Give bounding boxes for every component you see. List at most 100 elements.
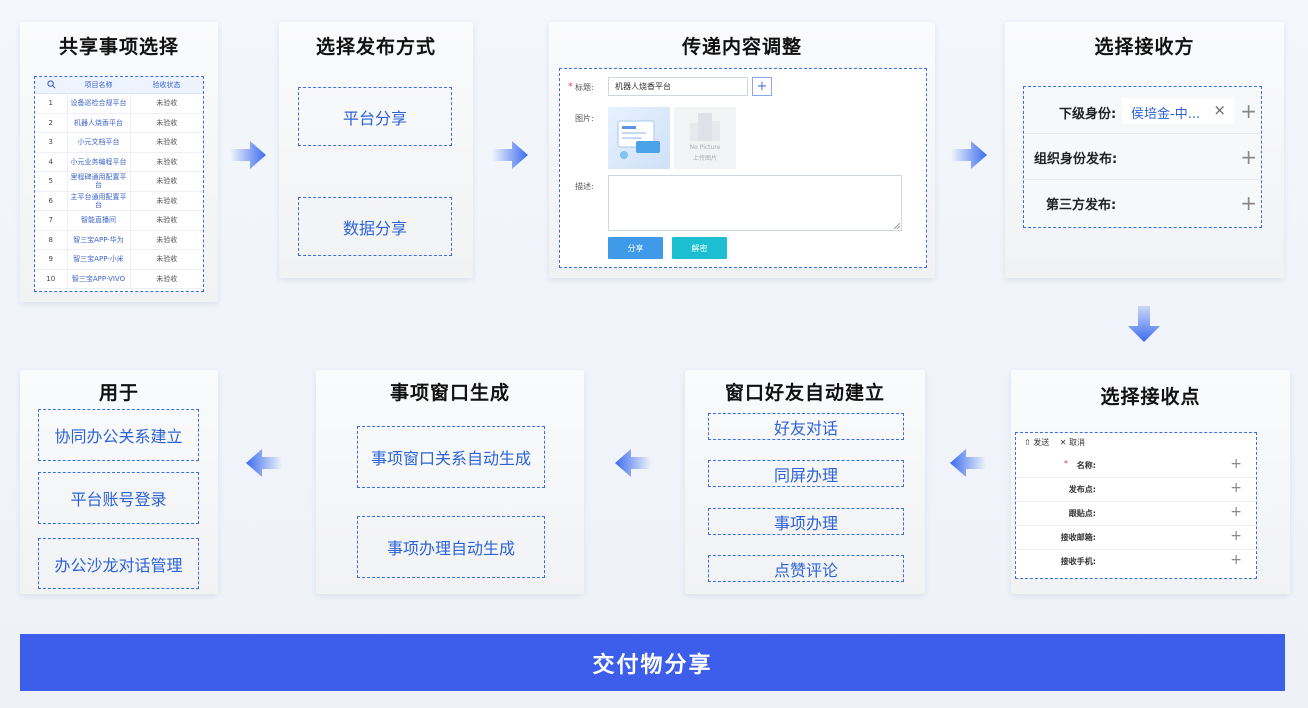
friend-chat-option[interactable]: 好友对话 xyxy=(708,413,904,440)
step-card-item-window: 事项窗口生成 事项窗口关系自动生成 事项办理自动生成 xyxy=(316,370,584,594)
row-number: 3 xyxy=(35,132,67,153)
column-header: 项目名称 xyxy=(67,77,130,94)
step-title: 选择接收点 xyxy=(1100,386,1201,408)
project-name[interactable]: 智三宝APP-小米 xyxy=(66,249,131,270)
project-name[interactable]: 设备巡检合规平台 xyxy=(66,93,131,114)
resize-handle-icon[interactable] xyxy=(894,223,900,229)
project-name[interactable]: 机器人烧香平台 xyxy=(66,113,131,133)
upload-placeholder[interactable]: No Picture 上传图片 xyxy=(674,107,736,169)
receive-point-panel: ⇧ 发送 ✕ 取消 * 名称: + 发布点: + 跟贴点: + 接收邮箱: + … xyxy=(1015,432,1257,579)
step-card-window-friend: 窗口好友自动建立 好友对话 同屏办理 事项办理 点赞评论 xyxy=(685,370,925,594)
receive-point-row: 接收手机: + xyxy=(1060,552,1242,568)
row-number: 6 xyxy=(35,191,67,211)
no-picture-text: No Picture xyxy=(689,144,721,151)
status-text: 未验收 xyxy=(130,113,203,133)
step-card-select-receive-point: 选择接收点 ⇧ 发送 ✕ 取消 * 名称: + 发布点: + 跟贴点: + 接收… xyxy=(1011,370,1290,594)
project-name[interactable]: 主平台通用配置平台 xyxy=(66,191,131,211)
table-row[interactable]: 1 设备巡检合规平台 未验收 xyxy=(35,93,203,114)
close-icon: ✕ xyxy=(1059,438,1067,447)
platform-login-option[interactable]: 平台账号登录 xyxy=(38,472,199,524)
arrow-down-icon xyxy=(1128,306,1160,342)
arrow-right-icon xyxy=(951,141,987,169)
step-title: 事项窗口生成 xyxy=(389,382,510,404)
add-icon[interactable]: + xyxy=(1230,456,1242,472)
column-header: 验收状态 xyxy=(130,77,203,94)
row-number: 2 xyxy=(35,113,67,133)
step-card-select-receiver: 选择接收方 下级身份: 侯培金-中... × + 组织身份发布: + 第三方发布… xyxy=(1005,22,1284,278)
image-thumbnail[interactable] xyxy=(608,107,670,169)
salon-chat-option[interactable]: 办公沙龙对话管理 xyxy=(38,538,199,589)
table-row[interactable]: 2 机器人烧香平台 未验收 xyxy=(35,113,203,133)
project-name[interactable]: 里程碑通用配置平台 xyxy=(66,171,131,192)
platform-share-option[interactable]: 平台分享 xyxy=(298,87,452,146)
upload-text: 上传图片 xyxy=(692,155,717,162)
table-row[interactable]: 3 小元文档平台 未验收 xyxy=(35,132,203,153)
arrow-right-icon xyxy=(230,141,266,169)
description-textarea[interactable] xyxy=(608,175,902,231)
content-form: * 标题: 机器人烧香平台 + 图片: No Picture 上传图片 描述: … xyxy=(559,68,927,268)
row-number: 7 xyxy=(35,210,67,231)
window-relation-option[interactable]: 事项窗口关系自动生成 xyxy=(357,426,545,488)
step-card-usage: 用于 协同办公关系建立 平台账号登录 办公沙龙对话管理 xyxy=(20,370,218,594)
table-row[interactable]: 6 主平台通用配置平台 未验收 xyxy=(35,191,203,211)
share-icon: ⇧ xyxy=(1024,438,1031,447)
receive-point-row: 发布点: + xyxy=(1016,477,1256,502)
receive-point-row: * 名称: + xyxy=(1016,453,1256,478)
row-number: 10 xyxy=(35,269,67,289)
table-row[interactable]: 10 智三宝APP-VIVO 未验收 xyxy=(35,269,203,289)
step-title: 共享事项选择 xyxy=(58,36,179,58)
decrypt-button[interactable]: 解密 xyxy=(672,237,727,259)
table-row[interactable]: 7 智能直播间 未验收 xyxy=(35,210,203,231)
add-icon[interactable]: + xyxy=(1230,552,1242,568)
status-text: 未验收 xyxy=(130,132,203,153)
item-process-option[interactable]: 事项办理自动生成 xyxy=(357,516,545,578)
row-number: 5 xyxy=(35,171,67,192)
arrow-left-icon xyxy=(615,449,651,477)
like-comment-option[interactable]: 点赞评论 xyxy=(708,555,904,582)
step-title: 选择发布方式 xyxy=(315,36,436,58)
step-card-publish-method: 选择发布方式 平台分享 数据分享 xyxy=(279,22,473,278)
receiver-tag[interactable]: 侯培金-中... × xyxy=(1122,98,1234,124)
table-row[interactable]: 4 小元业务编程平台 未验收 xyxy=(35,152,203,172)
row-number: 4 xyxy=(35,152,67,172)
title-input[interactable]: 机器人烧香平台 xyxy=(608,77,748,96)
table-row[interactable]: 8 智三宝APP-华为 未验收 xyxy=(35,230,203,250)
arrow-right-icon xyxy=(492,141,528,169)
add-icon[interactable]: + xyxy=(1240,193,1257,213)
table-row[interactable]: 5 里程碑通用配置平台 未验收 xyxy=(35,171,203,192)
project-name[interactable]: 智三宝APP-VIVO xyxy=(66,269,131,289)
screen-share-option[interactable]: 同屏办理 xyxy=(708,460,904,487)
image-label: 图片: xyxy=(575,114,594,123)
add-icon[interactable]: + xyxy=(1230,480,1242,496)
search-icon[interactable] xyxy=(35,77,67,94)
add-icon[interactable]: + xyxy=(1240,147,1257,167)
add-button[interactable]: + xyxy=(752,77,772,96)
required-mark: * xyxy=(1064,459,1068,468)
step-title: 用于 xyxy=(98,382,139,404)
close-icon[interactable]: × xyxy=(1213,101,1226,119)
arrow-left-icon xyxy=(950,449,986,477)
row-number: 9 xyxy=(35,249,67,270)
project-name[interactable]: 智三宝APP-华为 xyxy=(66,230,131,250)
item-handle-option[interactable]: 事项办理 xyxy=(708,508,904,535)
project-name[interactable]: 小元业务编程平台 xyxy=(66,152,131,172)
step-title: 选择接收方 xyxy=(1094,36,1195,58)
toolbar: ⇧ 发送 ✕ 取消 xyxy=(1024,437,1085,448)
data-share-option[interactable]: 数据分享 xyxy=(298,197,452,256)
step-card-content-adjust: 传递内容调整 * 标题: 机器人烧香平台 + 图片: No Picture 上传 xyxy=(549,22,935,278)
add-icon[interactable]: + xyxy=(1230,528,1242,544)
receiver-row: 第三方发布: + xyxy=(1046,191,1257,215)
add-icon[interactable]: + xyxy=(1230,504,1242,520)
share-button[interactable]: 分享 xyxy=(608,237,663,259)
collab-office-option[interactable]: 协同办公关系建立 xyxy=(38,409,199,461)
send-button[interactable]: ⇧ 发送 xyxy=(1024,438,1049,447)
step-title: 窗口好友自动建立 xyxy=(724,382,885,404)
cancel-button[interactable]: ✕ 取消 xyxy=(1060,438,1085,447)
table-row[interactable]: 9 智三宝APP-小米 未验收 xyxy=(35,249,203,270)
status-text: 未验收 xyxy=(130,210,203,231)
project-name[interactable]: 智能直播间 xyxy=(66,210,131,231)
project-name[interactable]: 小元文档平台 xyxy=(66,132,131,153)
required-mark: * xyxy=(568,82,573,92)
building-icon xyxy=(690,113,720,141)
add-icon[interactable]: + xyxy=(1240,101,1257,121)
